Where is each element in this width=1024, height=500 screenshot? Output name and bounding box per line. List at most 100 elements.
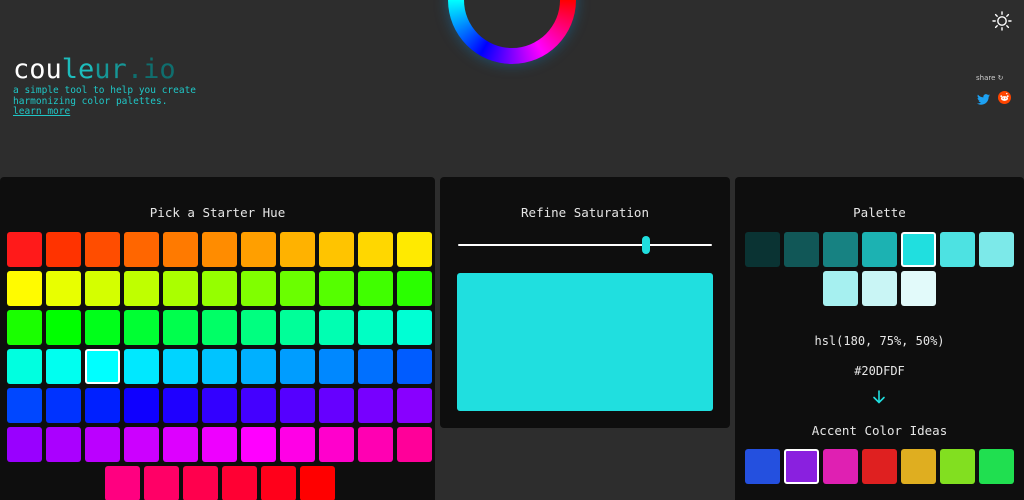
hue-swatch[interactable] — [397, 427, 432, 462]
hue-swatch[interactable] — [358, 349, 393, 384]
hue-swatch[interactable] — [319, 271, 354, 306]
hue-swatch[interactable] — [7, 232, 42, 267]
app-logo[interactable]: couleur.io — [13, 54, 176, 86]
hue-swatch[interactable] — [319, 310, 354, 345]
hue-swatch[interactable] — [241, 427, 276, 462]
hue-swatch[interactable] — [124, 349, 159, 384]
hue-swatch[interactable] — [163, 271, 198, 306]
hue-swatch[interactable] — [260, 466, 296, 500]
hue-swatch[interactable] — [299, 466, 335, 500]
palette-swatch[interactable] — [862, 271, 897, 306]
hue-swatch[interactable] — [202, 310, 237, 345]
hue-swatch[interactable] — [397, 232, 432, 267]
twitter-icon[interactable] — [977, 90, 990, 105]
hue-swatch[interactable] — [163, 232, 198, 267]
palette-swatch[interactable] — [940, 232, 975, 267]
hue-swatch[interactable] — [358, 427, 393, 462]
hue-swatch[interactable] — [202, 349, 237, 384]
hue-swatch[interactable] — [397, 271, 432, 306]
hue-swatch[interactable] — [124, 427, 159, 462]
arrow-down-icon[interactable] — [871, 389, 887, 405]
hue-swatch[interactable] — [7, 271, 42, 306]
hue-swatch[interactable] — [85, 427, 120, 462]
hue-swatch[interactable] — [241, 271, 276, 306]
hue-swatch[interactable] — [221, 466, 257, 500]
palette-swatch[interactable] — [823, 232, 858, 267]
hue-swatch[interactable] — [104, 466, 140, 500]
hue-swatch[interactable] — [241, 349, 276, 384]
saturation-slider-thumb[interactable] — [642, 236, 650, 254]
hue-swatch[interactable] — [280, 271, 315, 306]
palette-swatch[interactable] — [745, 232, 780, 267]
hue-swatch[interactable] — [46, 349, 81, 384]
hue-swatch[interactable] — [85, 232, 120, 267]
accent-swatch[interactable] — [901, 449, 936, 484]
header: couleur.io a simple tool to help you cre… — [0, 0, 1024, 170]
hue-swatch[interactable] — [46, 310, 81, 345]
hue-swatch[interactable] — [241, 310, 276, 345]
accent-swatch[interactable] — [940, 449, 975, 484]
hue-swatch[interactable] — [124, 271, 159, 306]
hue-swatch[interactable] — [319, 232, 354, 267]
hue-swatch[interactable] — [397, 388, 432, 423]
hue-swatch[interactable] — [182, 466, 218, 500]
hue-swatch[interactable] — [163, 310, 198, 345]
accent-swatch[interactable] — [784, 449, 819, 484]
hue-swatch[interactable] — [7, 349, 42, 384]
hue-swatch[interactable] — [202, 427, 237, 462]
hex-value[interactable]: #20DFDF — [735, 364, 1024, 378]
hue-swatch[interactable] — [124, 232, 159, 267]
hue-swatch[interactable] — [319, 349, 354, 384]
hue-swatch[interactable] — [358, 310, 393, 345]
hue-swatch[interactable] — [163, 427, 198, 462]
hue-swatch[interactable] — [202, 232, 237, 267]
hue-swatch[interactable] — [163, 349, 198, 384]
sun-icon[interactable] — [992, 11, 1012, 31]
hue-swatch[interactable] — [397, 349, 432, 384]
accent-swatch[interactable] — [862, 449, 897, 484]
accent-swatch[interactable] — [823, 449, 858, 484]
hue-swatch[interactable] — [46, 271, 81, 306]
hue-swatch[interactable] — [358, 388, 393, 423]
hue-swatch[interactable] — [358, 232, 393, 267]
palette-swatch[interactable] — [901, 271, 936, 306]
hue-swatch[interactable] — [280, 310, 315, 345]
hue-swatch[interactable] — [7, 427, 42, 462]
hue-swatch[interactable] — [241, 232, 276, 267]
hue-swatch[interactable] — [280, 427, 315, 462]
hue-swatch[interactable] — [124, 310, 159, 345]
hue-swatch[interactable] — [143, 466, 179, 500]
palette-swatch[interactable] — [823, 271, 858, 306]
reddit-icon[interactable] — [998, 89, 1011, 104]
palette-swatch[interactable] — [784, 232, 819, 267]
hue-swatch[interactable] — [7, 310, 42, 345]
hue-swatch[interactable] — [241, 388, 276, 423]
learn-more-link[interactable]: learn more — [13, 106, 70, 117]
hue-swatch[interactable] — [85, 388, 120, 423]
hue-swatch[interactable] — [319, 388, 354, 423]
hue-swatch[interactable] — [85, 310, 120, 345]
hue-swatch[interactable] — [46, 427, 81, 462]
saturation-slider-track[interactable] — [458, 244, 712, 246]
hue-swatch[interactable] — [202, 271, 237, 306]
hue-swatch[interactable] — [85, 271, 120, 306]
accent-swatch[interactable] — [979, 449, 1014, 484]
palette-swatch[interactable] — [979, 232, 1014, 267]
hue-swatch[interactable] — [280, 232, 315, 267]
hue-swatch[interactable] — [202, 388, 237, 423]
hue-swatch[interactable] — [124, 388, 159, 423]
hue-swatch[interactable] — [163, 388, 198, 423]
hue-swatch[interactable] — [46, 388, 81, 423]
hue-swatch[interactable] — [358, 271, 393, 306]
hsl-value[interactable]: hsl(180, 75%, 50%) — [735, 334, 1024, 348]
palette-swatch[interactable] — [901, 232, 936, 267]
accent-swatch[interactable] — [745, 449, 780, 484]
hue-swatch[interactable] — [319, 427, 354, 462]
hue-swatch[interactable] — [280, 388, 315, 423]
hue-swatch[interactable] — [7, 388, 42, 423]
hue-swatch[interactable] — [280, 349, 315, 384]
hue-swatch[interactable] — [85, 349, 120, 384]
palette-swatch[interactable] — [862, 232, 897, 267]
hue-swatch[interactable] — [46, 232, 81, 267]
hue-swatch[interactable] — [397, 310, 432, 345]
